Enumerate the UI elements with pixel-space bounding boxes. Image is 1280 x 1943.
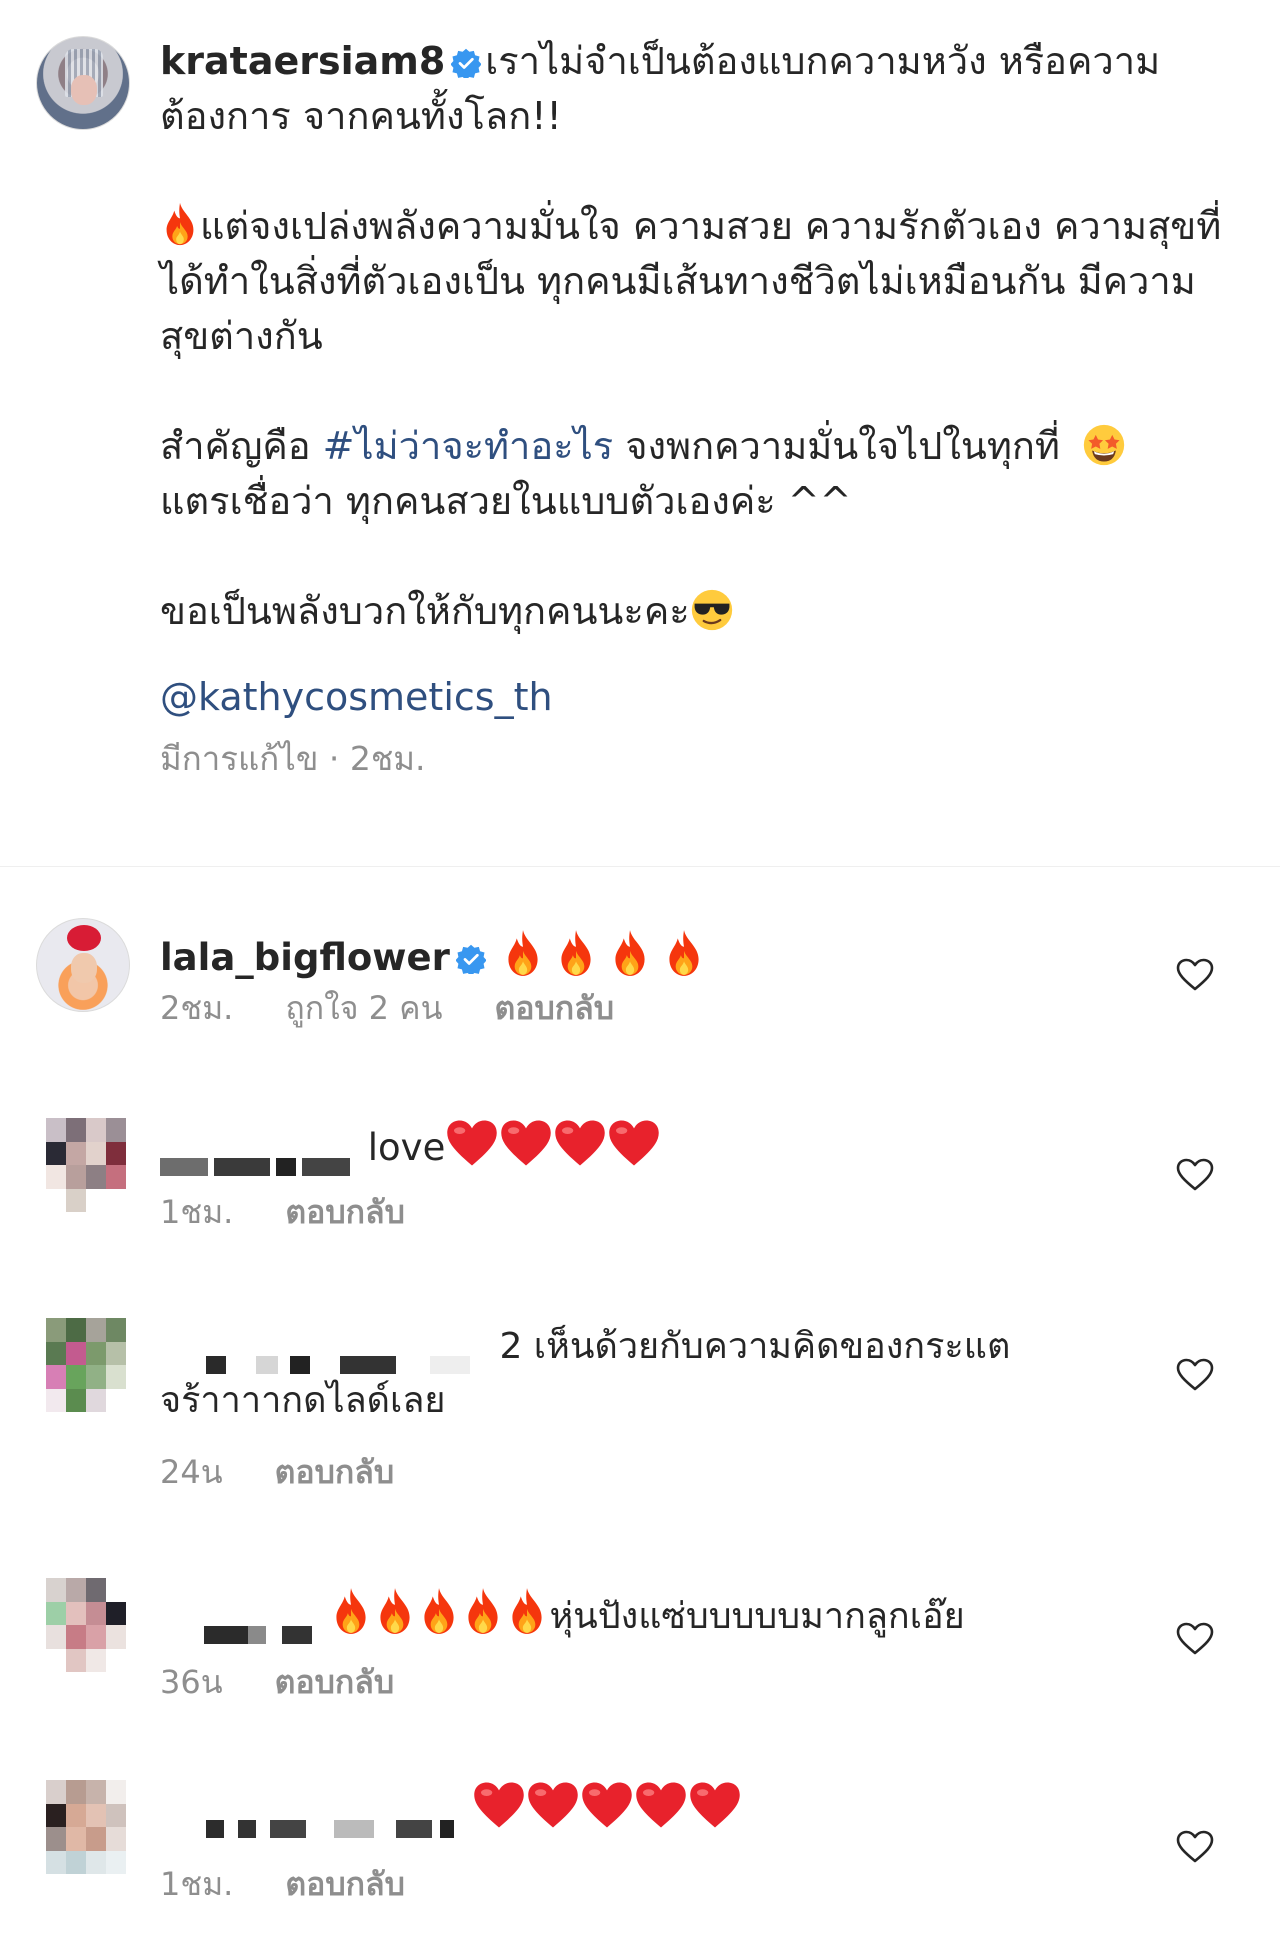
caption-paragraph-1: krataersiam8 เราไม่จำเป็นต้องแบกความหวัง … <box>160 34 1230 144</box>
comment-text-main: หุ่นปังแซ่บบบบบมากลูกเอ๊ย <box>549 1596 965 1637</box>
caption-paragraph-3: สำคัญคือ #ไม่ว่าจะทำอะไร จงพกความมั่นใจไ… <box>160 419 1230 529</box>
red-heart-emoji <box>445 1118 499 1168</box>
caption-text-3-suffix: จงพกความมั่นใจไปในทุกที่ <box>613 424 1060 468</box>
reply-button[interactable]: ตอบกลับ <box>285 1865 405 1903</box>
comment-time: 1ชม. <box>160 1865 234 1903</box>
red-heart-emoji <box>688 1780 742 1830</box>
post-time: 2ชม. <box>349 739 426 778</box>
post-caption: krataersiam8 เราไม่จำเป็นต้องแบกความหวัง … <box>160 34 1230 786</box>
comment-avatar[interactable] <box>46 1578 126 1672</box>
comment-text: 2 เห็นด้วยกับความคิดของกระแต จร้าาาากดไล… <box>160 1320 1160 1428</box>
red-heart-emoji <box>526 1780 580 1830</box>
reply-button[interactable]: ตอบกลับ <box>275 1453 395 1491</box>
comment-text: love <box>160 1118 1160 1176</box>
comment-item: 2 เห็นด้วยกับความคิดของกระแต จร้าาาากดไล… <box>0 1318 1280 1508</box>
comment-meta: 1ชม. ตอบกลับ <box>160 1192 457 1232</box>
comment-text-part2: จร้าาาากดไลด์เลย <box>160 1380 446 1421</box>
fire-emoji <box>373 1586 417 1636</box>
fire-emoji <box>160 201 200 247</box>
verified-badge-icon <box>456 944 486 974</box>
caption-mention-line: @kathycosmetics_th <box>160 670 1230 725</box>
avatar[interactable] <box>36 36 130 130</box>
fire-emoji <box>663 928 705 978</box>
heart-outline-icon[interactable] <box>1176 1358 1214 1392</box>
fire-emoji <box>609 928 651 978</box>
sunglasses-emoji <box>690 588 734 632</box>
comment-avatar[interactable] <box>46 1318 126 1412</box>
caption-text-3-prefix: สำคัญคือ <box>160 424 323 468</box>
reply-button[interactable]: ตอบกลับ <box>494 989 614 1027</box>
comment-username[interactable] <box>204 1607 318 1644</box>
red-heart-emoji <box>553 1118 607 1168</box>
reply-button[interactable]: ตอบกลับ <box>275 1663 395 1701</box>
comment-time: 36น <box>160 1663 223 1701</box>
heart-outline-icon[interactable] <box>1176 958 1214 992</box>
comment-username[interactable] <box>160 1139 356 1176</box>
comment-avatar[interactable] <box>46 1118 126 1212</box>
comment-text: หุ่นปังแซ่บบบบบมากลูกเอ๊ย <box>160 1586 1160 1644</box>
comment-time: 1ชม. <box>160 1193 234 1231</box>
fire-emoji <box>417 1586 461 1636</box>
red-heart-emoji <box>499 1118 553 1168</box>
comment-item: lala_bigflower 2ชม. ถูกใจ 2 คน ตอบกลับ <box>0 918 1280 1068</box>
comment-username[interactable]: lala_bigflower <box>160 936 450 979</box>
comment-item: love 1ชม. ตอบกลับ <box>0 1118 1280 1268</box>
red-heart-emoji <box>607 1118 661 1168</box>
star-struck-emoji <box>1082 423 1126 467</box>
post-meta: มีการแก้ไข · 2ชม. <box>160 731 1230 786</box>
comment-avatar[interactable] <box>46 1780 126 1874</box>
comment-text: lala_bigflower <box>160 928 1160 985</box>
fire-emoji <box>329 1586 373 1636</box>
post-caption-block: krataersiam8 เราไม่จำเป็นต้องแบกความหวัง … <box>0 0 1280 868</box>
comment-meta: 1ชม. ตอบกลับ <box>160 1864 457 1904</box>
fire-emoji <box>502 928 544 978</box>
comment-text <box>160 1780 1160 1838</box>
caption-text-2: แต่จงเปล่งพลังความมั่นใจ ความสวย ความรัก… <box>160 204 1222 358</box>
heart-outline-icon[interactable] <box>1176 1158 1214 1192</box>
caption-paragraph-4: ขอเป็นพลังบวกให้กับทุกคนนะคะ <box>160 584 1230 639</box>
comment-text-love: love <box>367 1126 446 1169</box>
heart-outline-icon[interactable] <box>1176 1830 1214 1864</box>
reply-button[interactable]: ตอบกลับ <box>285 1193 405 1231</box>
fire-emoji <box>555 928 597 978</box>
caption-text-4: ขอเป็นพลังบวกให้กับทุกคนนะคะ <box>160 589 690 633</box>
heart-outline-icon[interactable] <box>1176 1622 1214 1656</box>
verified-badge-icon <box>451 48 481 78</box>
red-heart-emoji <box>580 1780 634 1830</box>
red-heart-emoji <box>472 1780 526 1830</box>
caption-text-3-line2: แตรเชื่อว่า ทุกคนสวยในแบบตัวเองค่ะ ^^ <box>160 479 852 523</box>
comment-text-part1: 2 เห็นด้วยกับความคิดของกระแต <box>499 1326 1011 1367</box>
comment-username[interactable] <box>206 1337 476 1374</box>
fire-emoji <box>461 1586 505 1636</box>
post-username[interactable]: krataersiam8 <box>160 39 445 83</box>
caption-paragraph-2: แต่จงเปล่งพลังความมั่นใจ ความสวย ความรัก… <box>160 199 1230 364</box>
fire-emoji <box>505 1586 549 1636</box>
divider <box>0 866 1280 867</box>
hashtag-link[interactable]: #ไม่ว่าจะทำอะไร <box>323 424 614 468</box>
comment-item: หุ่นปังแซ่บบบบบมากลูกเอ๊ย 36น ตอบกลับ <box>0 1578 1280 1728</box>
red-heart-emoji <box>634 1780 688 1830</box>
comment-username[interactable] <box>206 1801 460 1838</box>
edited-label: มีการแก้ไข <box>160 739 319 778</box>
comment-meta: 36น ตอบกลับ <box>160 1662 446 1702</box>
comment-time: 24น <box>160 1453 223 1491</box>
comment-meta: 2ชม. ถูกใจ 2 คน ตอบกลับ <box>160 988 666 1028</box>
comment-likes[interactable]: ถูกใจ 2 คน <box>285 989 442 1027</box>
comment-time: 2ชม. <box>160 989 234 1027</box>
comment-item: 1ชม. ตอบกลับ <box>0 1780 1280 1930</box>
comment-meta: 24น ตอบกลับ <box>160 1452 446 1492</box>
comment-avatar[interactable] <box>36 918 130 1012</box>
mention-link[interactable]: @kathycosmetics_th <box>160 675 553 719</box>
meta-separator: · <box>318 739 350 778</box>
